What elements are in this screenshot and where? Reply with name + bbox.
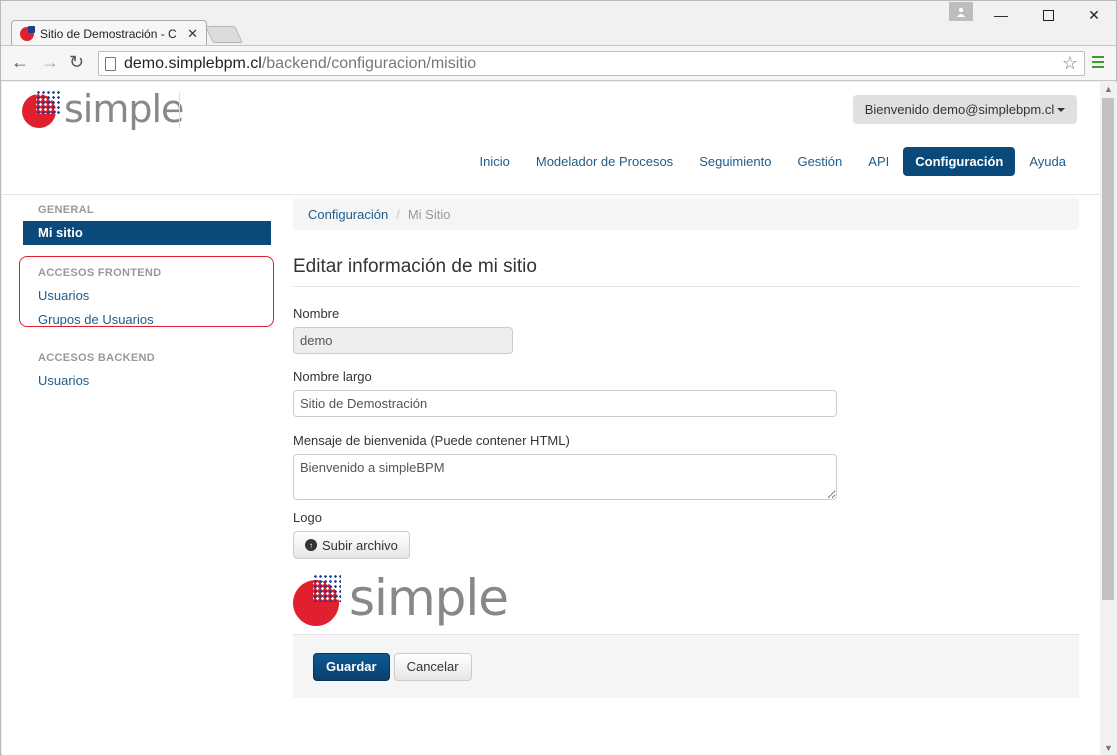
nombre-largo-field[interactable]	[293, 390, 837, 417]
tab-title: Sitio de Demostración - C	[40, 27, 177, 41]
forward-icon[interactable]: →	[41, 52, 59, 73]
reload-icon[interactable]: ↻	[69, 52, 84, 73]
breadcrumb-configuracion[interactable]: Configuración	[308, 207, 388, 222]
browser-window: Sitio de Demostración - C ✕ — ✕ ← → ↻ de…	[0, 0, 1117, 755]
logo-mark-icon	[22, 90, 60, 128]
user-menu-label: Bienvenido demo@simplebpm.cl	[864, 102, 1055, 117]
header-divider	[2, 194, 1100, 195]
site-logo[interactable]: simple	[22, 87, 184, 131]
nombre-label: Nombre	[293, 306, 340, 321]
nav-api[interactable]: API	[856, 147, 901, 176]
sidebar-item-usuarios-backend[interactable]: Usuarios	[23, 369, 271, 393]
breadcrumb-separator: /	[396, 206, 400, 222]
browser-menu-icon[interactable]	[1092, 56, 1104, 71]
minimize-icon[interactable]: —	[986, 5, 1016, 25]
logo-text: simple	[64, 87, 184, 131]
close-tab-icon[interactable]: ✕	[187, 26, 198, 42]
upload-file-button[interactable]: ↑ Subir archivo	[293, 531, 410, 559]
save-button[interactable]: Guardar	[313, 652, 390, 681]
page-icon	[105, 56, 116, 71]
upload-file-label: Subir archivo	[322, 537, 398, 553]
address-bar[interactable]: demo.simplebpm.cl/backend/configuracion/…	[98, 51, 1085, 76]
nav-configuracion[interactable]: Configuración	[903, 147, 1016, 176]
logo-divider	[179, 92, 180, 128]
nav-gestion[interactable]: Gestión	[785, 147, 854, 176]
browser-toolbar: ← → ↻ demo.simplebpm.cl/backend/configur…	[1, 45, 1116, 81]
vertical-scrollbar[interactable]: ▲ ▼	[1100, 82, 1117, 755]
nav-ayuda[interactable]: Ayuda	[1017, 147, 1078, 176]
breadcrumb-current: Mi Sitio	[407, 206, 451, 222]
user-menu-dropdown[interactable]: Bienvenido demo@simplebpm.cl	[853, 95, 1077, 124]
bookmark-star-icon[interactable]: ☆	[1062, 53, 1078, 74]
title-bar: Sitio de Demostración - C ✕ — ✕	[1, 1, 1116, 47]
page-viewport: simple Bienvenido demo@simplebpm.cl Inic…	[2, 82, 1100, 755]
browser-tab[interactable]: Sitio de Demostración - C ✕	[11, 20, 207, 47]
main-nav: Inicio Modelador de Procesos Seguimiento…	[466, 147, 1078, 176]
upload-icon: ↑	[305, 539, 317, 551]
mensaje-label: Mensaje de bienvenida (Puede contener HT…	[293, 433, 570, 448]
scroll-down-icon[interactable]: ▼	[1104, 743, 1113, 753]
main-content: Configuración / Mi Sitio Editar informac…	[293, 198, 1079, 627]
page-title: Editar información de mi sitio	[293, 256, 1079, 287]
nombre-field[interactable]	[293, 327, 513, 354]
sidebar-item-mi-sitio[interactable]: Mi sitio	[23, 221, 271, 245]
favicon-icon	[20, 26, 35, 41]
sidebar: GENERAL Mi sitio ACCESOS FRONTEND Usuari…	[19, 198, 274, 393]
nav-inicio[interactable]: Inicio	[468, 147, 522, 176]
nav-modelador-de-procesos[interactable]: Modelador de Procesos	[524, 147, 685, 176]
sidebar-item-usuarios-frontend[interactable]: Usuarios	[23, 284, 271, 308]
sidebar-section-accesos-backend: ACCESOS BACKEND	[38, 352, 155, 364]
sidebar-section-accesos-frontend: ACCESOS FRONTEND	[38, 267, 162, 279]
logo-preview-text: simple	[349, 569, 509, 627]
nombre-largo-label: Nombre largo	[293, 369, 372, 384]
scroll-thumb[interactable]	[1102, 98, 1114, 600]
nav-seguimiento[interactable]: Seguimiento	[687, 147, 783, 176]
close-window-icon[interactable]: ✕	[1079, 5, 1109, 25]
scroll-up-icon[interactable]: ▲	[1104, 84, 1113, 94]
cancel-button[interactable]: Cancelar	[393, 652, 472, 681]
back-icon[interactable]: ←	[11, 52, 29, 73]
url-path: /backend/configuracion/misitio	[261, 54, 477, 72]
breadcrumb: Configuración / Mi Sitio	[293, 198, 1079, 230]
new-tab-button[interactable]	[205, 26, 243, 43]
logo-preview-mark-icon	[293, 574, 343, 626]
sidebar-section-general: GENERAL	[38, 204, 94, 216]
logo-preview: simple	[293, 569, 1079, 627]
caret-down-icon	[1057, 107, 1066, 112]
user-profile-icon[interactable]	[949, 2, 973, 21]
sidebar-item-grupos-de-usuarios[interactable]: Grupos de Usuarios	[23, 308, 271, 332]
mensaje-bienvenida-field[interactable]: Bienvenido a simpleBPM	[293, 454, 837, 500]
maximize-icon[interactable]	[1033, 5, 1063, 25]
logo-label: Logo	[293, 510, 322, 525]
url-host: demo.simplebpm.cl	[124, 54, 262, 72]
form-actions: Guardar Cancelar	[293, 634, 1079, 698]
